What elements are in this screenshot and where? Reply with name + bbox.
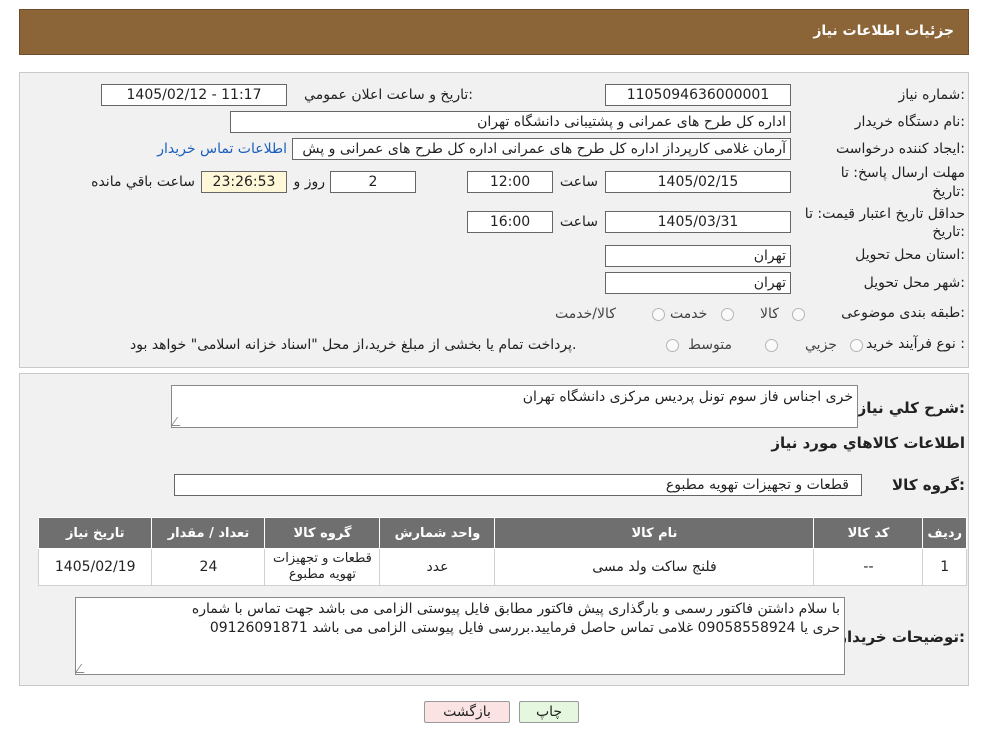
cell-need-date: 1405/02/19 [37, 548, 153, 586]
remaining-days-field: 2 [330, 171, 416, 193]
process-type-label: نوع فرآیند خرید : [866, 336, 965, 352]
process-radio-treasury[interactable] [666, 339, 679, 352]
announce-date-label: تاریخ و ساعت اعلان عمومي: [304, 87, 473, 103]
table-row: 1 -- فلنج ساکت ولد مسی عدد قطعات و تجهیز… [37, 548, 967, 586]
process-option-medium: متوسط [688, 337, 732, 353]
price-validity-label: حداقل تاریخ اعتبار قیمت: تا [804, 206, 965, 222]
category-radio-goods-service[interactable] [652, 308, 665, 321]
cell-goods-code: -- [813, 548, 924, 586]
need-number-field: 1105094636000001 [605, 84, 791, 106]
summary-text: خری اجناس فاز سوم تونل پردیس مرکزی دانشگ… [522, 389, 853, 405]
buyer-notes-line-1: با سلام داشتن فاکتور رسمی و بارگذاری پیش… [191, 601, 840, 617]
reply-deadline-label: مهلت ارسال پاسخ: تا [840, 165, 965, 181]
creator-label: ايجاد کننده درخواست: [836, 141, 965, 157]
items-table-header-row: رديف کد کالا نام کالا واحد شمارش گروه کا… [37, 517, 967, 549]
buyer-notes-line-2: 09126091871 حری یا 09058558924 غلامی تما… [209, 620, 840, 636]
remaining-time-field: 23:26:53 [201, 171, 287, 193]
announce-date-field: 1405/02/12 - 11:17 [101, 84, 287, 106]
category-radio-service[interactable] [721, 308, 734, 321]
buyer-notes-label: توضیحات خریدار: [838, 628, 965, 646]
resize-handle-icon[interactable] [170, 417, 187, 426]
items-table: رديف کد کالا نام کالا واحد شمارش گروه کا… [37, 517, 967, 586]
category-radio-goods[interactable] [792, 308, 805, 321]
remaining-time-label: ساعت باقي مانده [91, 174, 195, 190]
page-header: جزئیات اطلاعات نیاز [19, 9, 969, 55]
province-label: استان محل تحویل: [855, 247, 965, 263]
goods-info-title: اطلاعات کالاهاي مورد نياز [771, 434, 965, 452]
validity-time-field: 16:00 [467, 211, 553, 233]
category-option-goods-service: کالا/خدمت [555, 306, 616, 322]
page-title: جزئیات اطلاعات نیاز [813, 23, 954, 39]
buyer-org-label: نام دستگاه خريدار: [854, 114, 965, 130]
buyer-notes-field: با سلام داشتن فاکتور رسمی و بارگذاری پیش… [74, 597, 845, 675]
need-number-label: شماره نیاز: [898, 87, 965, 103]
col-header-goods-code: کد کالا [813, 517, 924, 549]
col-header-unit: واحد شمارش [379, 517, 496, 549]
province-field: تهران [605, 245, 791, 267]
print-button[interactable]: چاپ [519, 701, 579, 723]
city-label: شهر محل تحویل: [863, 275, 965, 291]
city-field: تهران [605, 272, 791, 294]
reply-date-field: 1405/02/15 [605, 171, 791, 193]
items-table-wrapper: رديف کد کالا نام کالا واحد شمارش گروه کا… [37, 517, 967, 589]
process-treasury-note: پرداخت تمام یا بخشی از مبلغ خرید،از محل … [130, 337, 577, 353]
col-header-need-date: تاريخ نياز [37, 517, 153, 549]
creator-field: آرمان غلامی کارپرداز اداره کل طرح های عم… [292, 138, 791, 160]
col-header-goods-name: نام کالا [494, 517, 815, 549]
validity-time-label: ساعت [559, 214, 598, 230]
category-label: طبقه بندی موضوعی: [841, 305, 965, 321]
cell-goods-group: قطعات و تجهیزات تهویه مطبوع [264, 548, 381, 586]
goods-group-label: گروه کالا: [892, 476, 965, 494]
reply-time-field: 12:00 [467, 171, 553, 193]
category-option-goods: کالا [760, 306, 779, 322]
validity-date-field: 1405/03/31 [605, 211, 791, 233]
reply-time-label: ساعت [559, 174, 598, 190]
process-option-minor: جزیي [805, 337, 837, 353]
cell-unit: عدد [379, 548, 496, 586]
goods-group-field: قطعات و تجهیزات تهویه مطبوع [174, 474, 862, 496]
cell-quantity: 24 [151, 548, 266, 586]
col-header-quantity: تعداد / مقدار [151, 517, 266, 549]
reply-deadline-label-2: تاریخ: [932, 184, 965, 200]
col-header-goods-group: گروه کالا [264, 517, 381, 549]
process-radio-minor[interactable] [850, 339, 863, 352]
buyer-org-field: اداره کل طرح های عمرانی و پشتیبانی دانشگ… [230, 111, 791, 133]
cell-goods-name: فلنج ساکت ولد مسی [494, 548, 815, 586]
summary-field: خری اجناس فاز سوم تونل پردیس مرکزی دانشگ… [170, 385, 858, 428]
resize-handle-icon[interactable] [74, 664, 91, 673]
price-validity-label-2: تاریخ: [932, 224, 965, 240]
back-button[interactable]: بازگشت [424, 701, 510, 723]
col-header-row-number: رديف [922, 517, 967, 549]
buyer-contact-link[interactable]: اطلاعات تماس خریدار [157, 141, 287, 157]
process-radio-medium[interactable] [765, 339, 778, 352]
category-option-service: خدمت [670, 306, 708, 322]
days-label: روز و [293, 174, 326, 190]
cell-row-number: 1 [922, 548, 967, 586]
summary-label: شرح کلي نياز: [857, 399, 965, 417]
